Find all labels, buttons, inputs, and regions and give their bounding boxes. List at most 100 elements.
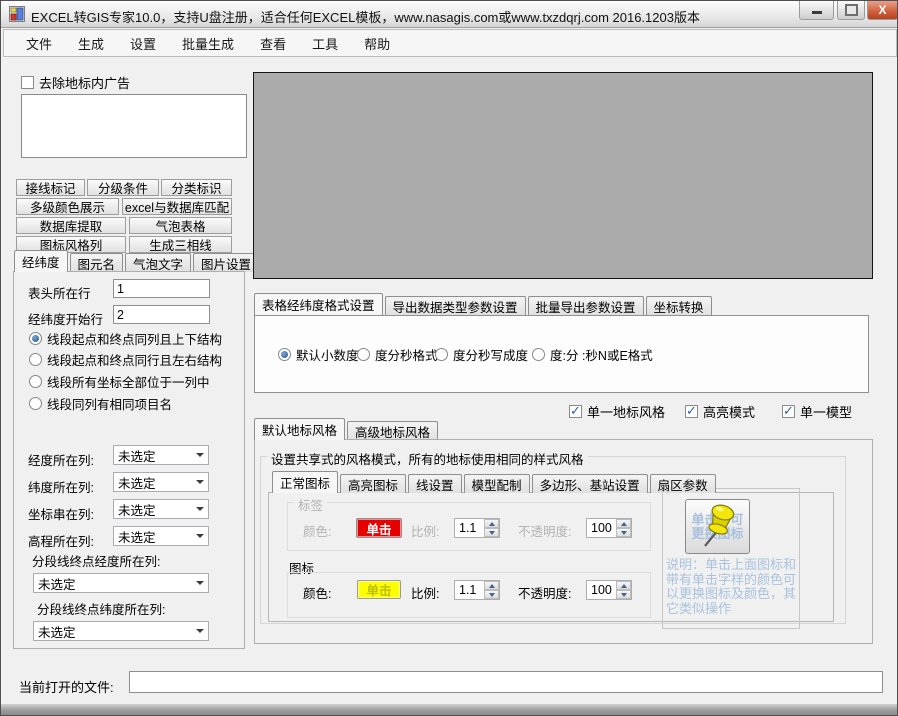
tab-lonlat[interactable]: 经纬度 — [14, 250, 68, 272]
start-row-input[interactable] — [113, 305, 210, 324]
highlight-mode-label: 高亮模式 — [703, 402, 755, 421]
highlight-mode-checkbox[interactable] — [685, 405, 698, 418]
ad-preview-box — [21, 94, 247, 158]
coordstr-col-label: 坐标串在列: — [28, 504, 94, 523]
menu-batch-generate[interactable]: 批量生成 — [169, 30, 247, 57]
lat-col-label: 纬度所在列: — [28, 477, 94, 496]
button-multilevel-color[interactable]: 多级颜色展示 — [16, 198, 119, 215]
chevron-down-icon[interactable] — [192, 622, 208, 640]
close-icon: X — [878, 3, 886, 17]
stepper-down-icon[interactable] — [484, 590, 499, 599]
button-db-extract[interactable]: 数据库提取 — [16, 217, 126, 234]
tab-default-style[interactable]: 默认地标风格 — [254, 418, 345, 440]
label-opacity-label: 不透明度: — [518, 521, 571, 540]
tab-model-config[interactable]: 模型配制 — [464, 474, 530, 493]
stepper-up-icon[interactable] — [616, 519, 631, 528]
close-button[interactable]: X — [867, 1, 898, 20]
button-line-mark[interactable]: 接线标记 — [16, 179, 85, 196]
tab-line-setting[interactable]: 线设置 — [408, 474, 462, 493]
radio-dms-to-degree[interactable] — [435, 348, 448, 361]
single-style-row[interactable]: 单一地标风格 — [569, 402, 665, 421]
menu-help[interactable]: 帮助 — [351, 30, 403, 57]
stepper-up-icon[interactable] — [484, 519, 499, 528]
menu-settings[interactable]: 设置 — [117, 30, 169, 57]
tab-element-name[interactable]: 图元名 — [70, 253, 124, 272]
chevron-down-icon[interactable] — [192, 473, 208, 491]
label-color-button[interactable]: 单击 — [356, 518, 402, 538]
tab-export-datatype[interactable]: 导出数据类型参数设置 — [385, 296, 526, 315]
seg-lat-label: 分段线终点纬度所在列: — [37, 599, 165, 618]
lon-col-label: 经度所在列: — [28, 450, 94, 469]
radio-leftright[interactable] — [29, 353, 42, 366]
stepper-down-icon[interactable] — [616, 590, 631, 599]
change-icon-button[interactable]: 单击即可 更换图标 — [685, 499, 750, 554]
menu-view[interactable]: 查看 — [247, 30, 299, 57]
button-class-mark[interactable]: 分类标识 — [161, 179, 232, 196]
radio-updown[interactable] — [29, 332, 42, 345]
elev-col-select[interactable]: 未选定 — [113, 526, 209, 546]
remove-ad-checkbox[interactable] — [21, 76, 34, 89]
radio-updown-label: 线段起点和终点同列且上下结构 — [47, 329, 222, 348]
radio-row-onecol[interactable]: 线段所有坐标全部位于一列中 — [29, 372, 210, 391]
minimize-button[interactable] — [799, 1, 834, 20]
stepper-up-icon[interactable] — [616, 581, 631, 590]
radio-ne-format[interactable] — [532, 348, 545, 361]
chevron-down-icon[interactable] — [192, 527, 208, 545]
menu-tools[interactable]: 工具 — [299, 30, 351, 57]
menu-file[interactable]: 文件 — [13, 30, 65, 57]
tab-normal-icon[interactable]: 正常图标 — [272, 471, 338, 493]
tab-sector-params[interactable]: 扇区参数 — [650, 474, 716, 493]
button-grade-condition[interactable]: 分级条件 — [87, 179, 159, 196]
chevron-down-icon[interactable] — [192, 446, 208, 464]
radio-row-sameproj[interactable]: 线段同列有相同项目名 — [29, 394, 172, 413]
tab-image-setting[interactable]: 图片设置 — [193, 253, 259, 272]
label-scale-stepper[interactable]: 1.1 — [454, 518, 500, 538]
tab-bubble-text[interactable]: 气泡文字 — [125, 253, 191, 272]
radio-row-leftright[interactable]: 线段起点和终点同行且左右结构 — [29, 350, 222, 369]
tab-format-lonlat[interactable]: 表格经纬度格式设置 — [254, 293, 383, 315]
icon-opacity-label: 不透明度: — [518, 583, 571, 602]
tab-advanced-style[interactable]: 高级地标风格 — [347, 421, 438, 440]
chevron-down-icon[interactable] — [192, 574, 208, 592]
stepper-down-icon[interactable] — [616, 528, 631, 537]
icon-scale-label: 比例: — [411, 583, 439, 602]
stepper-down-icon[interactable] — [484, 528, 499, 537]
radio-sameproj[interactable] — [29, 397, 42, 410]
seg-lat-select[interactable]: 未选定 — [33, 621, 209, 641]
coordstr-col-select[interactable]: 未选定 — [113, 499, 209, 519]
tab-highlight-icon[interactable]: 高亮图标 — [340, 474, 406, 493]
format-radio-dms2deg-row[interactable]: 度分秒写成度 — [435, 345, 528, 364]
chevron-down-icon[interactable] — [192, 500, 208, 518]
tab-batch-export[interactable]: 批量导出参数设置 — [528, 296, 644, 315]
button-bubble-table[interactable]: 气泡表格 — [129, 217, 232, 234]
maximize-button[interactable] — [837, 1, 865, 20]
label-opacity-stepper[interactable]: 100 — [586, 518, 632, 538]
format-radio-ne-row[interactable]: 度:分 :秒N或E格式 — [532, 345, 653, 364]
radio-dms-format[interactable] — [357, 348, 370, 361]
tab-polygon-station[interactable]: 多边形、基站设置 — [532, 474, 648, 493]
header-row-input[interactable] — [113, 279, 210, 298]
icon-opacity-stepper[interactable]: 100 — [586, 580, 632, 600]
single-model-row[interactable]: 单一模型 — [782, 402, 852, 421]
icon-color-button[interactable]: 单击 — [357, 580, 401, 599]
format-radio-decimal-row[interactable]: 默认小数度 — [278, 345, 359, 364]
current-file-input[interactable] — [129, 671, 883, 693]
single-model-checkbox[interactable] — [782, 405, 795, 418]
menu-generate[interactable]: 生成 — [65, 30, 117, 57]
tab-coord-convert[interactable]: 坐标转换 — [646, 296, 712, 315]
highlight-mode-row[interactable]: 高亮模式 — [685, 402, 755, 421]
radio-row-updown[interactable]: 线段起点和终点同列且上下结构 — [29, 329, 222, 348]
single-style-checkbox[interactable] — [569, 405, 582, 418]
icon-scale-stepper[interactable]: 1.1 — [454, 580, 500, 600]
header-row-label: 表头所在行 — [28, 283, 91, 302]
radio-default-decimal-label: 默认小数度 — [296, 345, 359, 364]
lat-col-select[interactable]: 未选定 — [113, 472, 209, 492]
seg-lon-select[interactable]: 未选定 — [33, 573, 209, 593]
stepper-up-icon[interactable] — [484, 581, 499, 590]
minimize-icon — [812, 11, 822, 14]
radio-default-decimal[interactable] — [278, 348, 291, 361]
lon-col-select[interactable]: 未选定 — [113, 445, 209, 465]
format-radio-dms-row[interactable]: 度分秒格式 — [357, 345, 438, 364]
button-excel-db-match[interactable]: excel与数据库匹配 — [122, 198, 232, 215]
radio-onecol[interactable] — [29, 375, 42, 388]
